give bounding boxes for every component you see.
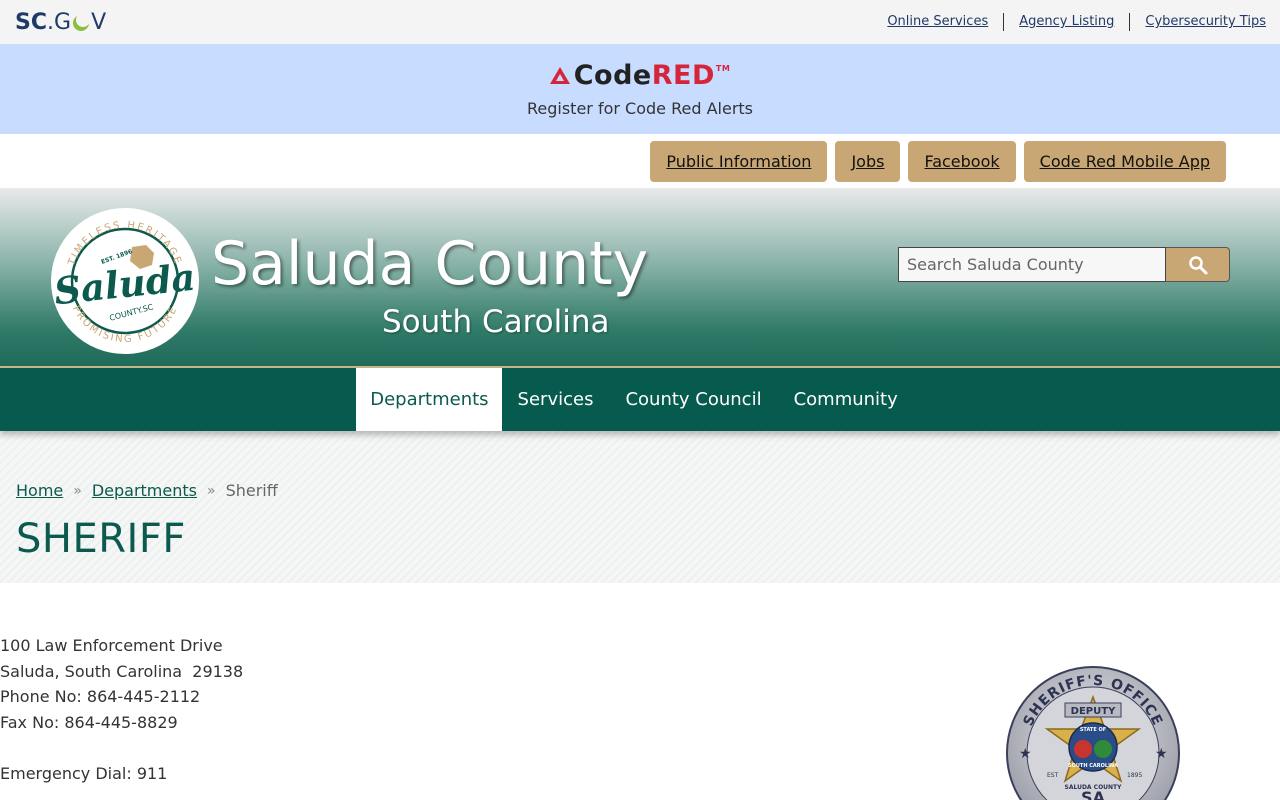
badge-est: EST xyxy=(1047,772,1059,779)
badge-ribbon-text: DEPUTY xyxy=(1071,706,1116,717)
scgov-bar: SC. G V Online Services Agency Listing Cy… xyxy=(0,0,1280,44)
nav-services[interactable]: Services xyxy=(502,368,610,431)
scgov-logo-g: G xyxy=(54,9,72,35)
breadcrumb-current: Sheriff xyxy=(225,481,278,500)
page-title: SHERIFF xyxy=(16,516,186,562)
facebook-button[interactable]: Facebook xyxy=(908,140,1016,182)
link-online-services[interactable]: Online Services xyxy=(872,13,1005,31)
fax-number: Fax No: 864-445-8829 xyxy=(0,712,178,732)
sheriff-badge-logo: SHERIFF'S OFFICE DEPUTY STATE OF SOUTH C… xyxy=(1005,663,1181,800)
search-icon xyxy=(1188,255,1208,275)
badge-bottom-text: SA xyxy=(1081,788,1106,800)
scgov-logo-dot: . xyxy=(47,9,54,35)
code-red-mobile-app-button[interactable]: Code Red Mobile App xyxy=(1023,140,1226,182)
breadcrumb-departments[interactable]: Departments xyxy=(92,481,197,500)
scgov-logo[interactable]: SC. G V xyxy=(15,10,106,35)
site-subtitle: South Carolina xyxy=(382,304,610,340)
badge-sc-text: SOUTH CAROLINA xyxy=(1068,763,1118,769)
county-seal-logo[interactable]: TIMELESS HERITAGE PROMISING FUTURE EST. … xyxy=(50,207,200,355)
scgov-links: Online Services Agency Listing Cybersecu… xyxy=(872,13,1266,31)
badge-year: 1895 xyxy=(1127,772,1142,779)
contact-info: 100 Law Enforcement Drive Saluda, South … xyxy=(0,633,243,787)
codered-logo-red: RED xyxy=(651,60,715,91)
search-form xyxy=(898,247,1230,282)
breadcrumb-home[interactable]: Home xyxy=(16,481,63,500)
search-button[interactable] xyxy=(1166,247,1230,282)
site-header: TIMELESS HERITAGE PROMISING FUTURE EST. … xyxy=(0,188,1280,368)
quick-links: Public Information Jobs Facebook Code Re… xyxy=(0,134,1280,188)
emergency-number: Emergency Dial: 911 xyxy=(0,763,168,783)
nav-county-council[interactable]: County Council xyxy=(609,368,777,431)
nav-community[interactable]: Community xyxy=(778,368,914,431)
breadcrumb: Home » Departments » Sheriff xyxy=(16,481,278,500)
address-line-2: Saluda, South Carolina 29138 xyxy=(0,661,244,681)
moon-icon xyxy=(72,13,91,31)
search-input[interactable] xyxy=(898,247,1166,282)
address-line-1: 100 Law Enforcement Drive xyxy=(0,636,223,655)
codered-logo-code: Code xyxy=(573,60,652,91)
public-information-button[interactable]: Public Information xyxy=(650,140,828,182)
page-title-band: Home » Departments » Sheriff SHERIFF xyxy=(0,431,1280,583)
codered-logo-tm: TM xyxy=(715,64,731,73)
codered-triangle-icon xyxy=(549,66,570,85)
badge-star-icon: ★ xyxy=(1155,746,1168,762)
main-nav: Departments Services County Council Comm… xyxy=(0,368,1280,431)
phone-number: Phone No: 864-445-2112 xyxy=(0,687,201,707)
link-cybersecurity-tips[interactable]: Cybersecurity Tips xyxy=(1130,13,1266,31)
nav-departments[interactable]: Departments xyxy=(356,368,502,431)
site-title[interactable]: Saluda County xyxy=(211,229,648,299)
link-agency-listing[interactable]: Agency Listing xyxy=(1004,13,1131,31)
breadcrumb-separator: » xyxy=(206,482,216,499)
codered-logo[interactable]: Code RED TM xyxy=(549,60,731,91)
badge-star-icon: ★ xyxy=(1019,746,1032,762)
badge-state-text: STATE OF xyxy=(1080,727,1106,733)
jobs-button[interactable]: Jobs xyxy=(835,140,901,182)
main-content: 100 Law Enforcement Drive Saluda, South … xyxy=(0,583,1280,800)
main-nav-items: Departments Services County Council Comm… xyxy=(356,368,914,431)
codered-tagline[interactable]: Register for Code Red Alerts xyxy=(527,99,753,118)
scgov-logo-sc: SC xyxy=(15,9,47,35)
scgov-logo-v: V xyxy=(91,9,107,35)
codered-banner[interactable]: Code RED TM Register for Code Red Alerts xyxy=(0,44,1280,134)
breadcrumb-separator: » xyxy=(73,482,82,499)
